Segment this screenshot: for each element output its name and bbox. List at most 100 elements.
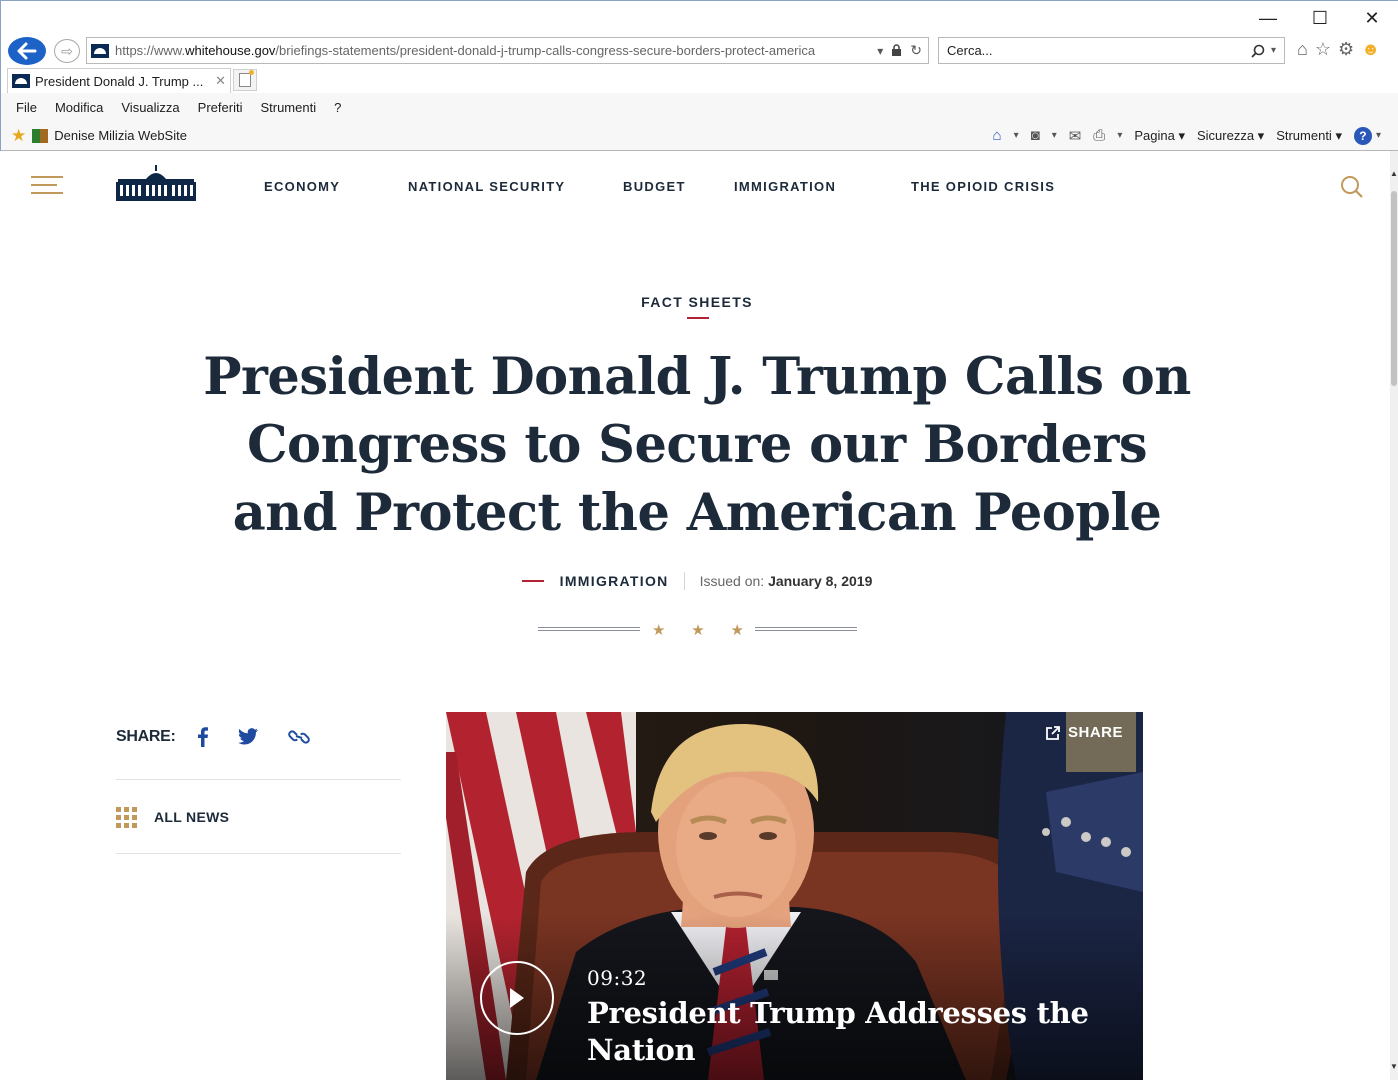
video-title[interactable]: President Trump Addresses the Nation bbox=[587, 995, 1107, 1069]
video-share-button[interactable]: SHARE bbox=[1046, 724, 1123, 741]
favorites-star-icon[interactable]: ☆ bbox=[1315, 39, 1331, 60]
twitter-icon[interactable] bbox=[237, 728, 258, 745]
help-icon[interactable]: ? bbox=[1353, 126, 1372, 145]
nav-opioid-crisis[interactable]: THE OPIOID CRISIS bbox=[911, 179, 1055, 194]
all-news-link[interactable]: ALL NEWS bbox=[116, 780, 401, 854]
divider-stars: ★ ★ ★ bbox=[652, 621, 744, 639]
pagina-menu[interactable]: Pagina ▾ bbox=[1134, 128, 1185, 144]
help-dropdown-icon[interactable]: ▾ bbox=[1376, 130, 1381, 141]
nav-immigration[interactable]: IMMIGRATION bbox=[734, 179, 836, 194]
nav-budget[interactable]: BUDGET bbox=[623, 179, 686, 194]
issued-date: January 8, 2019 bbox=[768, 573, 873, 589]
gear-icon[interactable]: ⚙ bbox=[1338, 39, 1354, 60]
site-favicon-icon bbox=[91, 43, 109, 58]
facebook-icon[interactable] bbox=[197, 726, 208, 747]
window-caption: — ☐ ✕ bbox=[1242, 1, 1398, 35]
play-icon bbox=[510, 988, 524, 1008]
scroll-up-icon[interactable]: ▲ bbox=[1390, 169, 1398, 179]
copy-link-icon[interactable] bbox=[287, 728, 310, 746]
kicker-underline bbox=[687, 317, 709, 319]
new-tab-button[interactable] bbox=[233, 69, 257, 91]
nav-economy[interactable]: ECONOMY bbox=[264, 179, 340, 194]
star-divider: ★ ★ ★ bbox=[538, 621, 858, 641]
back-button[interactable] bbox=[8, 37, 46, 65]
article-category-link[interactable]: IMMIGRATION bbox=[560, 573, 669, 589]
scroll-down-icon[interactable]: ▼ bbox=[1390, 1062, 1398, 1072]
tab-active[interactable]: President Donald J. Trump ... ✕ bbox=[7, 68, 231, 93]
command-bar: ⌂ ▾ ◙ ▾ ✉ ⎙ ▾ Pagina ▾ Sicurezza ▾ Strum… bbox=[993, 126, 1381, 145]
browser-tools: ⌂ ☆ ⚙ ☻ bbox=[1297, 39, 1380, 60]
favorites-bar: ★ Denise Milizia WebSite ⌂ ▾ ◙ ▾ ✉ ⎙ ▾ P… bbox=[1, 121, 1398, 151]
all-news-label: ALL NEWS bbox=[154, 808, 230, 825]
menu-help[interactable]: ? bbox=[334, 100, 341, 115]
meta-separator bbox=[683, 572, 685, 590]
video-duration: 09:32 bbox=[587, 966, 648, 990]
print-icon[interactable]: ⎙ bbox=[1093, 127, 1105, 144]
site-search-icon[interactable] bbox=[1340, 175, 1364, 199]
share-row: SHARE: bbox=[116, 714, 401, 780]
url-text[interactable]: https://www.whitehouse.gov/briefings-sta… bbox=[115, 43, 877, 58]
article-meta: IMMIGRATION Issued on: January 8, 2019 bbox=[0, 572, 1390, 590]
tab-close-icon[interactable]: ✕ bbox=[215, 73, 226, 89]
menu-strumenti[interactable]: Strumenti bbox=[260, 100, 316, 115]
star-icon: ★ bbox=[691, 622, 705, 639]
tab-title: President Donald J. Trump ... bbox=[35, 73, 204, 89]
share-sidebar: SHARE: ALL NEWS bbox=[116, 714, 401, 854]
search-icon[interactable] bbox=[1251, 44, 1265, 58]
pagina-menu-label: Pagina bbox=[1134, 127, 1175, 143]
rss-dropdown-icon[interactable]: ▾ bbox=[1052, 130, 1057, 141]
close-button[interactable]: ✕ bbox=[1346, 1, 1398, 35]
home-icon[interactable]: ⌂ bbox=[1297, 39, 1308, 60]
address-row: ⇨ https://www.whitehouse.gov/briefings-s… bbox=[1, 35, 1398, 67]
refresh-icon[interactable]: ↻ bbox=[910, 42, 922, 59]
play-button[interactable] bbox=[480, 961, 554, 1035]
sicurezza-menu[interactable]: Sicurezza ▾ bbox=[1197, 128, 1264, 144]
add-favorites-icon[interactable]: ★ bbox=[11, 126, 26, 146]
strumenti-menu[interactable]: Strumenti ▾ bbox=[1276, 128, 1342, 144]
rss-feed-icon[interactable]: ◙ bbox=[1031, 127, 1040, 144]
site-bookmark-icon bbox=[32, 128, 49, 143]
favorites-left: ★ Denise Milizia WebSite bbox=[1, 126, 187, 146]
page-title: President Donald J. Trump Calls on Congr… bbox=[203, 347, 1191, 543]
minimize-button[interactable]: — bbox=[1242, 1, 1294, 35]
favorite-site-link[interactable]: Denise Milizia WebSite bbox=[54, 128, 187, 143]
lock-icon[interactable] bbox=[891, 44, 902, 57]
grid-icon bbox=[116, 806, 137, 828]
maximize-button[interactable]: ☐ bbox=[1294, 1, 1346, 35]
forward-button[interactable]: ⇨ bbox=[54, 39, 80, 63]
white-house-logo[interactable] bbox=[116, 165, 196, 201]
home-command-icon[interactable]: ⌂ bbox=[993, 127, 1002, 144]
issued-on: Issued on: January 8, 2019 bbox=[700, 573, 873, 589]
video-player[interactable]: SHARE 09:32 President Trump Addresses th… bbox=[446, 712, 1143, 1080]
search-dropdown-icon[interactable]: ▾ bbox=[1271, 45, 1276, 56]
menu-bar: File Modifica Visualizza Preferiti Strum… bbox=[1, 93, 1398, 121]
strumenti-menu-label: Strumenti bbox=[1276, 127, 1332, 143]
page-scrollbar[interactable]: ▲ ▼ bbox=[1390, 151, 1398, 1080]
hamburger-menu-icon[interactable] bbox=[31, 176, 63, 200]
site-header: ECONOMY NATIONAL SECURITY BUDGET IMMIGRA… bbox=[0, 151, 1390, 221]
address-tools: ▾ ↻ bbox=[877, 42, 928, 59]
back-arrow-icon bbox=[17, 42, 37, 60]
search-input[interactable]: Cerca... ▾ bbox=[938, 37, 1285, 64]
divider-line-right bbox=[755, 627, 857, 631]
mail-icon[interactable]: ✉ bbox=[1069, 127, 1082, 145]
print-dropdown-icon[interactable]: ▾ bbox=[1117, 130, 1122, 141]
divider-line-left bbox=[538, 627, 640, 631]
smiley-icon[interactable]: ☻ bbox=[1361, 39, 1380, 60]
search-placeholder: Cerca... bbox=[947, 43, 993, 58]
home-dropdown-icon[interactable]: ▾ bbox=[1014, 130, 1019, 141]
menu-modifica[interactable]: Modifica bbox=[55, 100, 103, 115]
menu-visualizza[interactable]: Visualizza bbox=[121, 100, 179, 115]
nav-national-security[interactable]: NATIONAL SECURITY bbox=[408, 179, 565, 194]
article-kicker[interactable]: FACT SHEETS bbox=[0, 294, 1390, 310]
url-domain: whitehouse.gov bbox=[185, 43, 276, 58]
meta-red-dash bbox=[521, 580, 544, 582]
menu-file[interactable]: File bbox=[16, 100, 37, 115]
scroll-thumb[interactable] bbox=[1391, 191, 1397, 386]
tab-row: President Donald J. Trump ... ✕ bbox=[1, 67, 1398, 93]
dropdown-caret-icon[interactable]: ▾ bbox=[877, 44, 883, 58]
forward-arrow-icon: ⇨ bbox=[61, 42, 73, 59]
address-bar[interactable]: https://www.whitehouse.gov/briefings-sta… bbox=[86, 37, 929, 64]
sicurezza-menu-label: Sicurezza bbox=[1196, 127, 1255, 143]
menu-preferiti[interactable]: Preferiti bbox=[198, 100, 243, 115]
